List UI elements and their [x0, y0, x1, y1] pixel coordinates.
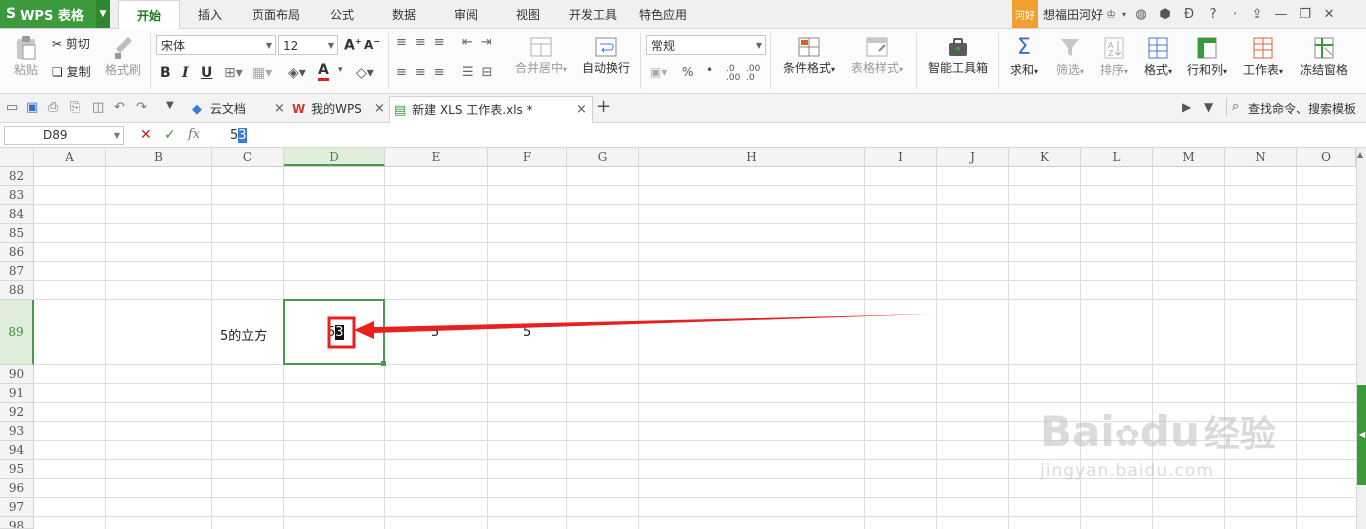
watermark-url: jingyan.baidu.com: [1040, 461, 1214, 481]
annotation-highlight-box: [327, 316, 356, 349]
scroll-up-icon[interactable]: ▲: [1357, 150, 1363, 159]
annotation-arrow: [354, 314, 928, 339]
collapse-pane-icon[interactable]: ◀: [1359, 430, 1365, 439]
watermark-cn: 经验: [1203, 414, 1276, 455]
paw-icon: ✿: [1114, 419, 1140, 454]
watermark-brand: Bai: [1040, 407, 1115, 456]
baidu-jingyan-watermark: Bai✿du 经验 jingyan.baidu.com: [1040, 407, 1276, 482]
watermark-brand-suffix: du: [1139, 407, 1200, 456]
